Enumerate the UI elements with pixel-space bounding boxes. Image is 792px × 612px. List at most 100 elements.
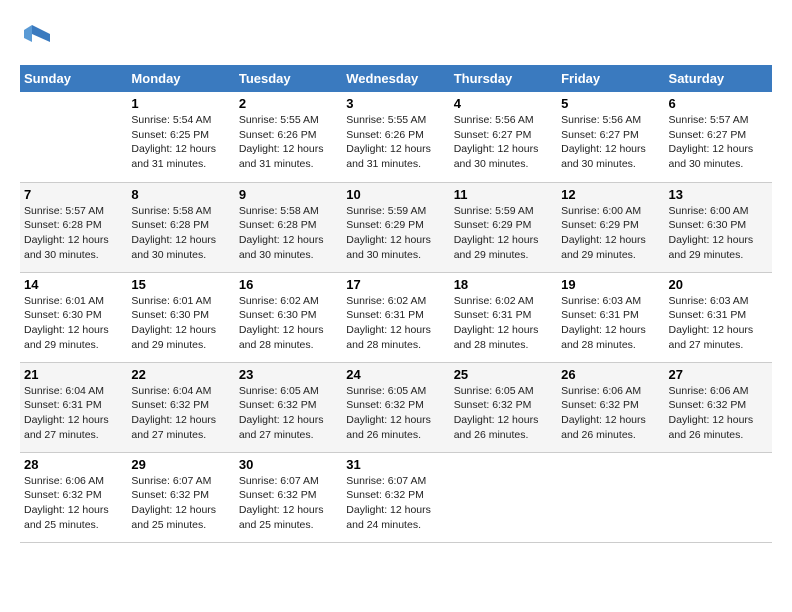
calendar-cell: 15 Sunrise: 6:01 AM Sunset: 6:30 PM Dayli…	[127, 272, 234, 362]
day-number: 17	[346, 277, 445, 292]
day-content: Sunrise: 6:06 AM Sunset: 6:32 PM Dayligh…	[669, 384, 768, 443]
calendar-week-row: 14 Sunrise: 6:01 AM Sunset: 6:30 PM Dayli…	[20, 272, 772, 362]
day-content: Sunrise: 6:02 AM Sunset: 6:30 PM Dayligh…	[239, 294, 338, 353]
day-number: 7	[24, 187, 123, 202]
day-content: Sunrise: 6:03 AM Sunset: 6:31 PM Dayligh…	[669, 294, 768, 353]
day-content: Sunrise: 5:57 AM Sunset: 6:27 PM Dayligh…	[669, 113, 768, 172]
day-number: 29	[131, 457, 230, 472]
calendar-cell: 10Sunrise: 5:59 AM Sunset: 6:29 PM Dayli…	[342, 182, 449, 272]
day-number: 13	[669, 187, 768, 202]
day-content: Sunrise: 5:55 AM Sunset: 6:26 PM Dayligh…	[239, 113, 338, 172]
day-number: 20	[669, 277, 768, 292]
calendar-cell: 13 Sunrise: 6:00 AM Sunset: 6:30 PM Dayli…	[665, 182, 772, 272]
calendar-cell: 17 Sunrise: 6:02 AM Sunset: 6:31 PM Dayli…	[342, 272, 449, 362]
calendar-cell: 20 Sunrise: 6:03 AM Sunset: 6:31 PM Dayli…	[665, 272, 772, 362]
day-number: 5	[561, 96, 660, 111]
day-content: Sunrise: 6:05 AM Sunset: 6:32 PM Dayligh…	[239, 384, 338, 443]
calendar-cell: 22 Sunrise: 6:04 AM Sunset: 6:32 PM Dayli…	[127, 362, 234, 452]
day-number: 31	[346, 457, 445, 472]
logo-icon	[22, 20, 52, 50]
day-content: Sunrise: 6:06 AM Sunset: 6:32 PM Dayligh…	[24, 474, 123, 533]
day-number: 14	[24, 277, 123, 292]
calendar-cell: 3 Sunrise: 5:55 AM Sunset: 6:26 PM Daylig…	[342, 92, 449, 182]
calendar-cell: 19 Sunrise: 6:03 AM Sunset: 6:31 PM Dayli…	[557, 272, 664, 362]
calendar-cell: 5Sunrise: 5:56 AM Sunset: 6:27 PM Daylig…	[557, 92, 664, 182]
calendar-cell: 26 Sunrise: 6:06 AM Sunset: 6:32 PM Dayli…	[557, 362, 664, 452]
day-content: Sunrise: 5:59 AM Sunset: 6:29 PM Dayligh…	[454, 204, 553, 263]
day-content: Sunrise: 6:07 AM Sunset: 6:32 PM Dayligh…	[131, 474, 230, 533]
logo	[20, 20, 52, 55]
day-number: 2	[239, 96, 338, 111]
day-content: Sunrise: 5:55 AM Sunset: 6:26 PM Dayligh…	[346, 113, 445, 172]
calendar-cell: 30 Sunrise: 6:07 AM Sunset: 6:32 PM Dayli…	[235, 452, 342, 542]
day-number: 12	[561, 187, 660, 202]
day-number: 1	[131, 96, 230, 111]
calendar-cell: 16 Sunrise: 6:02 AM Sunset: 6:30 PM Dayli…	[235, 272, 342, 362]
calendar-table: SundayMondayTuesdayWednesdayThursdayFrid…	[20, 65, 772, 543]
calendar-cell: 7 Sunrise: 5:57 AM Sunset: 6:28 PM Daylig…	[20, 182, 127, 272]
day-content: Sunrise: 6:02 AM Sunset: 6:31 PM Dayligh…	[454, 294, 553, 353]
day-content: Sunrise: 6:02 AM Sunset: 6:31 PM Dayligh…	[346, 294, 445, 353]
day-number: 24	[346, 367, 445, 382]
day-content: Sunrise: 6:07 AM Sunset: 6:32 PM Dayligh…	[239, 474, 338, 533]
day-content: Sunrise: 5:54 AM Sunset: 6:25 PM Dayligh…	[131, 113, 230, 172]
day-content: Sunrise: 5:56 AM Sunset: 6:27 PM Dayligh…	[454, 113, 553, 172]
page-header	[20, 20, 772, 55]
day-number: 3	[346, 96, 445, 111]
day-number: 26	[561, 367, 660, 382]
day-content: Sunrise: 6:04 AM Sunset: 6:31 PM Dayligh…	[24, 384, 123, 443]
day-number: 10	[346, 187, 445, 202]
day-content: Sunrise: 6:06 AM Sunset: 6:32 PM Dayligh…	[561, 384, 660, 443]
day-number: 19	[561, 277, 660, 292]
calendar-header: SundayMondayTuesdayWednesdayThursdayFrid…	[20, 65, 772, 92]
weekday-header-monday: Monday	[127, 65, 234, 92]
day-number: 27	[669, 367, 768, 382]
calendar-cell	[557, 452, 664, 542]
calendar-week-row: 28 Sunrise: 6:06 AM Sunset: 6:32 PM Dayli…	[20, 452, 772, 542]
day-content: Sunrise: 5:57 AM Sunset: 6:28 PM Dayligh…	[24, 204, 123, 263]
calendar-cell: 28 Sunrise: 6:06 AM Sunset: 6:32 PM Dayli…	[20, 452, 127, 542]
day-number: 23	[239, 367, 338, 382]
day-content: Sunrise: 6:03 AM Sunset: 6:31 PM Dayligh…	[561, 294, 660, 353]
calendar-week-row: 1 Sunrise: 5:54 AM Sunset: 6:25 PM Daylig…	[20, 92, 772, 182]
calendar-cell: 27 Sunrise: 6:06 AM Sunset: 6:32 PM Dayli…	[665, 362, 772, 452]
calendar-cell: 14Sunrise: 6:01 AM Sunset: 6:30 PM Dayli…	[20, 272, 127, 362]
day-number: 28	[24, 457, 123, 472]
calendar-cell: 6 Sunrise: 5:57 AM Sunset: 6:27 PM Daylig…	[665, 92, 772, 182]
day-content: Sunrise: 6:00 AM Sunset: 6:29 PM Dayligh…	[561, 204, 660, 263]
day-content: Sunrise: 6:05 AM Sunset: 6:32 PM Dayligh…	[454, 384, 553, 443]
day-content: Sunrise: 6:04 AM Sunset: 6:32 PM Dayligh…	[131, 384, 230, 443]
calendar-cell: 21 Sunrise: 6:04 AM Sunset: 6:31 PM Dayli…	[20, 362, 127, 452]
calendar-cell: 2 Sunrise: 5:55 AM Sunset: 6:26 PM Daylig…	[235, 92, 342, 182]
weekday-header-tuesday: Tuesday	[235, 65, 342, 92]
day-number: 30	[239, 457, 338, 472]
weekday-header-friday: Friday	[557, 65, 664, 92]
day-number: 25	[454, 367, 553, 382]
day-content: Sunrise: 6:07 AM Sunset: 6:32 PM Dayligh…	[346, 474, 445, 533]
calendar-cell: 18 Sunrise: 6:02 AM Sunset: 6:31 PM Dayli…	[450, 272, 557, 362]
calendar-cell: 29 Sunrise: 6:07 AM Sunset: 6:32 PM Dayli…	[127, 452, 234, 542]
weekday-header-saturday: Saturday	[665, 65, 772, 92]
calendar-cell	[665, 452, 772, 542]
day-number: 9	[239, 187, 338, 202]
day-number: 18	[454, 277, 553, 292]
day-number: 21	[24, 367, 123, 382]
calendar-cell	[450, 452, 557, 542]
day-number: 16	[239, 277, 338, 292]
day-number: 4	[454, 96, 553, 111]
weekday-header-sunday: Sunday	[20, 65, 127, 92]
weekday-header-thursday: Thursday	[450, 65, 557, 92]
calendar-week-row: 21 Sunrise: 6:04 AM Sunset: 6:31 PM Dayli…	[20, 362, 772, 452]
calendar-cell: 4 Sunrise: 5:56 AM Sunset: 6:27 PM Daylig…	[450, 92, 557, 182]
day-number: 8	[131, 187, 230, 202]
weekday-header-row: SundayMondayTuesdayWednesdayThursdayFrid…	[20, 65, 772, 92]
calendar-cell: 24 Sunrise: 6:05 AM Sunset: 6:32 PM Dayli…	[342, 362, 449, 452]
day-number: 22	[131, 367, 230, 382]
day-content: Sunrise: 6:05 AM Sunset: 6:32 PM Dayligh…	[346, 384, 445, 443]
day-content: Sunrise: 6:00 AM Sunset: 6:30 PM Dayligh…	[669, 204, 768, 263]
calendar-cell: 23 Sunrise: 6:05 AM Sunset: 6:32 PM Dayli…	[235, 362, 342, 452]
day-number: 6	[669, 96, 768, 111]
day-number: 15	[131, 277, 230, 292]
day-content: Sunrise: 6:01 AM Sunset: 6:30 PM Dayligh…	[131, 294, 230, 353]
calendar-cell: 1 Sunrise: 5:54 AM Sunset: 6:25 PM Daylig…	[127, 92, 234, 182]
